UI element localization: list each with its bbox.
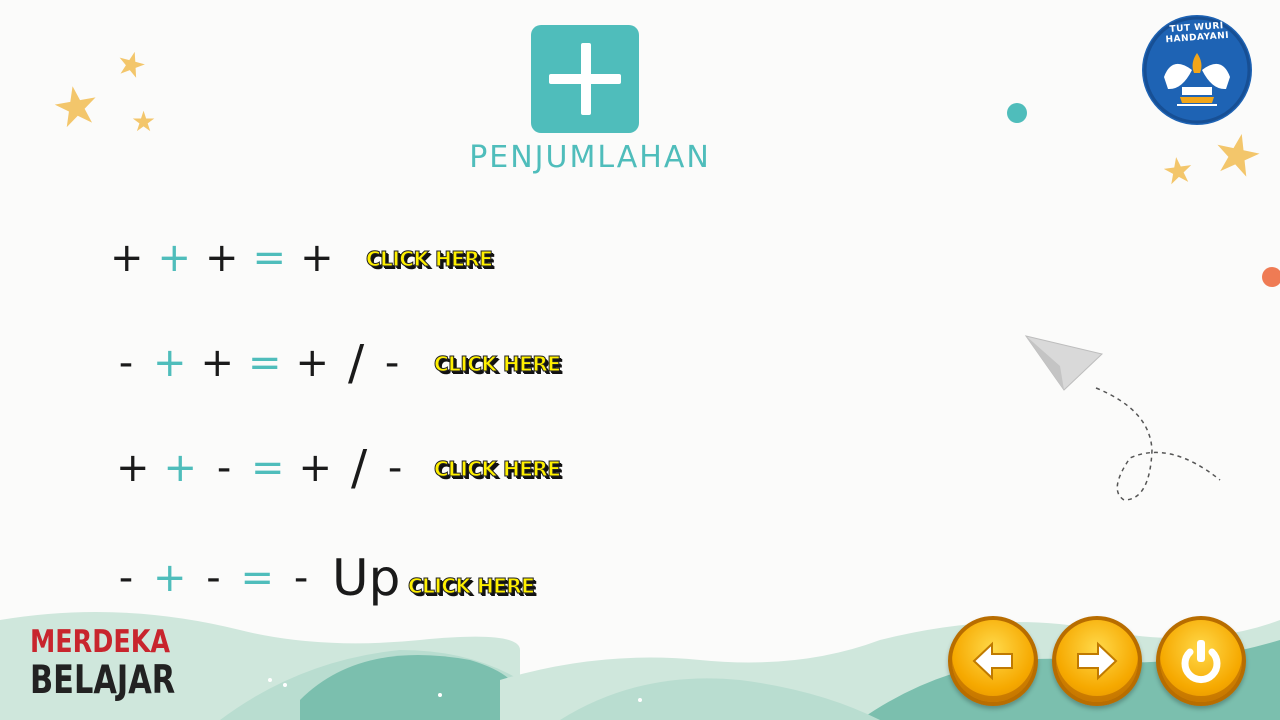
plus-symbol: + <box>116 445 150 491</box>
slash-symbol: / <box>347 335 365 391</box>
star-icon: ★ <box>46 71 106 142</box>
tut-wuri-handayani-logo: TUT WURI HANDAYANI <box>1142 15 1252 125</box>
star-icon: ★ <box>1205 118 1269 193</box>
click-here-button-3[interactable]: CLICK HERE <box>433 457 561 482</box>
plus-icon <box>531 25 639 133</box>
belajar-label: BELAJAR <box>30 658 176 703</box>
plus-symbol: + <box>205 235 239 281</box>
teal-dot <box>1007 103 1027 123</box>
slash-symbol: / <box>350 440 368 496</box>
plus-symbol: + <box>295 340 330 386</box>
equals-symbol: = <box>248 340 282 386</box>
rule-row-1: + + + = + <box>110 228 348 288</box>
back-button[interactable] <box>948 616 1038 706</box>
star-icon: ★ <box>131 105 157 138</box>
click-here-button-2[interactable]: CLICK HERE <box>433 352 561 377</box>
star-icon: ★ <box>111 41 152 89</box>
plus-symbol: + <box>298 445 333 491</box>
plus-symbol: + <box>153 340 187 386</box>
minus-symbol: - <box>384 340 400 386</box>
equals-symbol: = <box>251 445 285 491</box>
click-here-button-1[interactable]: CLICK HERE <box>365 247 493 272</box>
rule-row-2: - + + = + / - <box>113 333 419 393</box>
power-icon <box>1181 640 1221 684</box>
plus-symbol: + <box>200 340 235 386</box>
paper-plane-icon <box>1024 335 1221 501</box>
orange-dot <box>1262 267 1280 287</box>
plus-symbol: + <box>157 235 192 281</box>
minus-symbol: - <box>387 445 403 491</box>
merdeka-label: MERDEKA <box>30 624 171 660</box>
star-icon: ★ <box>1159 148 1197 195</box>
next-button[interactable] <box>1052 616 1142 706</box>
minus-symbol: - <box>118 340 134 386</box>
power-button[interactable] <box>1156 616 1246 706</box>
plus-symbol: + <box>300 235 334 281</box>
plus-symbol: + <box>163 445 198 491</box>
rule-row-3: + + - = + / - <box>116 438 422 498</box>
page-title: PENJUMLAHAN <box>469 140 711 175</box>
plus-symbol: + <box>110 235 144 281</box>
minus-symbol: - <box>216 445 232 491</box>
equals-symbol: = <box>252 235 287 281</box>
arrow-right-icon <box>1077 641 1118 681</box>
arrow-left-icon <box>972 641 1013 681</box>
